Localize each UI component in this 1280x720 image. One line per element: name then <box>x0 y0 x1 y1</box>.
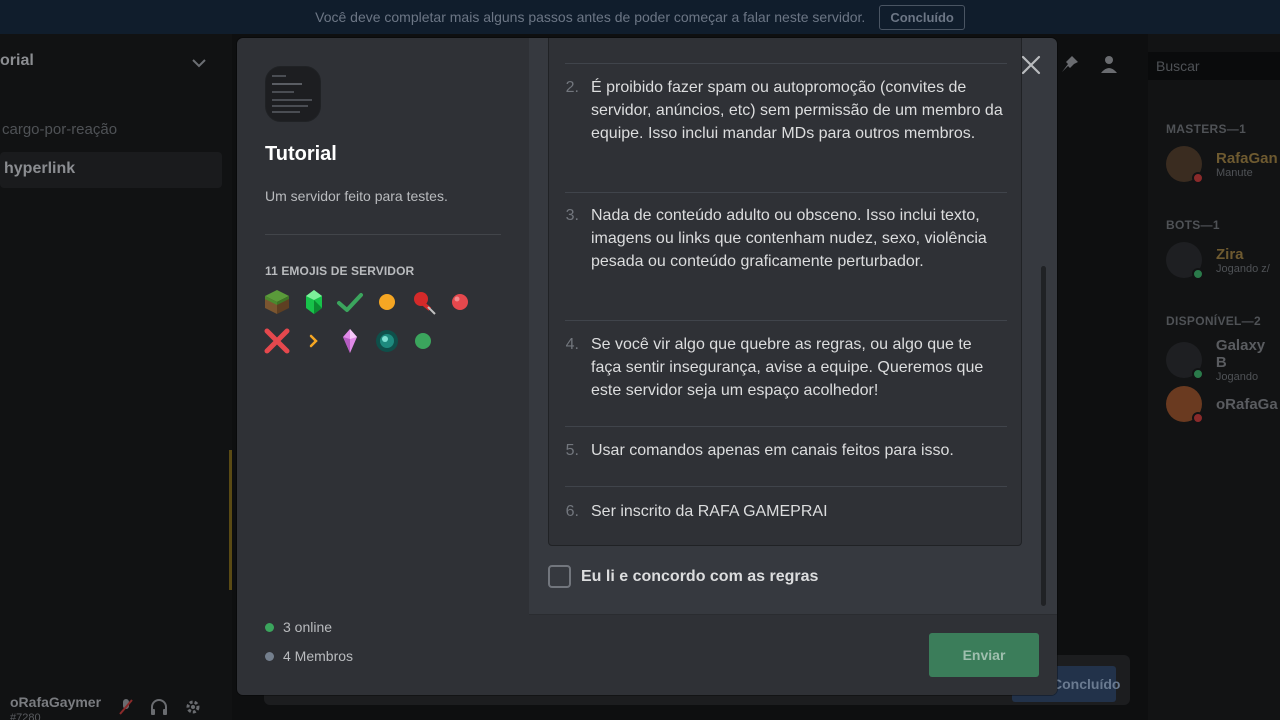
member-status: Manute <box>1216 166 1253 179</box>
member-name: oRafaGa <box>1216 395 1278 413</box>
gear-icon[interactable] <box>184 698 202 720</box>
rule-number: 3. <box>565 207 579 224</box>
member-category: DISPONÍVEL—2 <box>1166 314 1261 328</box>
rule-number: 2. <box>565 79 579 96</box>
rule-text: Nada de conteúdo adulto ou obsceno. Isso… <box>591 207 987 270</box>
check-mark-icon[interactable] <box>336 288 364 316</box>
offline-dot-icon <box>265 651 274 661</box>
divider <box>565 320 1007 321</box>
rule-item: 5. Usar comandos apenas em canais feitos… <box>565 439 1007 462</box>
server-icon <box>265 66 321 122</box>
headphones-icon[interactable] <box>150 698 168 720</box>
rule-text: Usar comandos apenas em canais feitos pa… <box>591 442 954 459</box>
online-count-label: 3 online <box>283 619 333 635</box>
member-name: Zira <box>1216 245 1244 263</box>
member-item[interactable]: Galaxy B Jogando <box>1166 337 1280 383</box>
mute-icon[interactable] <box>118 698 134 720</box>
server-name-header[interactable]: orial <box>0 52 34 70</box>
agree-checkbox-row[interactable]: Eu li e concordo com as regras <box>548 565 818 588</box>
modal-footer: Enviar <box>529 614 1057 695</box>
online-count: 3 online <box>265 619 332 635</box>
close-icon <box>1021 55 1041 75</box>
member-item[interactable]: oRafaGa <box>1166 386 1278 424</box>
submit-button[interactable]: Enviar <box>929 633 1039 677</box>
agree-checkbox[interactable] <box>548 565 571 588</box>
rule-number: 6. <box>565 503 579 520</box>
emerald-icon[interactable] <box>300 288 328 316</box>
orange-circle-icon[interactable] <box>373 288 401 316</box>
user-tag: #7280 <box>10 712 41 720</box>
close-button[interactable] <box>1016 50 1046 80</box>
red-pushpin-icon[interactable] <box>409 288 437 316</box>
online-dot-icon <box>265 622 274 632</box>
rules-list: 2. É proibido fazer spam ou autopromoção… <box>548 38 1022 546</box>
onboarding-notice-bar: Você deve completar mais alguns passos a… <box>0 0 1280 34</box>
member-count-label: 4 Membros <box>283 648 354 664</box>
member-name: RafaGan <box>1216 149 1278 167</box>
red-circle-icon[interactable] <box>446 288 474 316</box>
rule-item: 6. Ser inscrito da RAFA GAMEPRAI <box>565 500 1007 523</box>
user-name: oRafaGaymer <box>10 694 102 710</box>
divider <box>565 486 1007 487</box>
member-item[interactable]: RafaGan Manute <box>1166 146 1278 184</box>
ender-pearl-icon[interactable] <box>373 327 401 355</box>
member-status: Jogando z/ <box>1216 262 1270 275</box>
emoji-grid <box>263 288 483 355</box>
avatar <box>1166 386 1204 424</box>
member-category: MASTERS—1 <box>1166 122 1247 136</box>
avatar <box>1166 242 1204 280</box>
notice-done-button[interactable]: Concluído <box>879 4 965 30</box>
chevron-down-icon[interactable] <box>192 55 206 71</box>
grass-block-icon[interactable] <box>263 288 291 316</box>
rule-number: 4. <box>565 336 579 353</box>
member-name: Galaxy B <box>1215 337 1266 371</box>
avatar <box>1166 342 1204 380</box>
header-icons <box>1060 54 1122 79</box>
member-item[interactable]: Zira Jogando z/ <box>1166 242 1270 280</box>
rules-screening-modal: Tutorial Um servidor feito para testes. … <box>237 38 1057 695</box>
search-input[interactable]: Buscar <box>1148 52 1280 80</box>
channel-item[interactable]: cargo-por-reação <box>2 121 117 138</box>
agree-label[interactable]: Eu li e concordo com as regras <box>581 568 818 586</box>
rule-item: 2. É proibido fazer spam ou autopromoção… <box>565 76 1007 145</box>
member-status: Jogando <box>1215 371 1259 383</box>
rule-item: 3. Nada de conteúdo adulto ou obsceno. I… <box>565 204 1007 273</box>
user-controls <box>118 698 202 720</box>
member-count: 4 Membros <box>265 648 353 664</box>
scrollbar[interactable] <box>1041 266 1046 606</box>
red-x-icon[interactable] <box>263 327 291 355</box>
rule-text: É proibido fazer spam ou autopromoção (c… <box>591 79 1003 142</box>
server-title: Tutorial <box>265 143 337 165</box>
rule-item: 4. Se você vir algo que quebre as regras… <box>565 333 1007 402</box>
divider <box>565 192 1007 193</box>
server-info-panel: Tutorial Um servidor feito para testes. … <box>237 38 529 695</box>
divider <box>565 63 1007 64</box>
green-circle-icon[interactable] <box>409 327 437 355</box>
divider <box>229 450 232 590</box>
pink-crystal-icon[interactable] <box>336 327 364 355</box>
arrow-right-icon[interactable] <box>300 327 328 355</box>
member-category: BOTS—1 <box>1166 218 1220 232</box>
rule-number: 5. <box>565 442 579 459</box>
members-icon[interactable] <box>1100 54 1122 79</box>
avatar <box>1166 146 1204 184</box>
divider <box>565 426 1007 427</box>
emoji-heading: 11 EMOJIS DE SERVIDOR <box>265 264 415 278</box>
divider <box>265 234 501 235</box>
server-description: Um servidor feito para testes. <box>265 188 448 204</box>
rule-text: Se você vir algo que quebre as regras, o… <box>591 336 984 399</box>
rules-panel: 2. É proibido fazer spam ou autopromoção… <box>529 38 1057 695</box>
rule-text: Ser inscrito da RAFA GAMEPRAI <box>591 503 828 520</box>
channel-item-selected[interactable]: hyperlink <box>0 152 222 188</box>
notice-text: Você deve completar mais alguns passos a… <box>315 9 866 25</box>
pin-icon[interactable] <box>1060 54 1080 79</box>
